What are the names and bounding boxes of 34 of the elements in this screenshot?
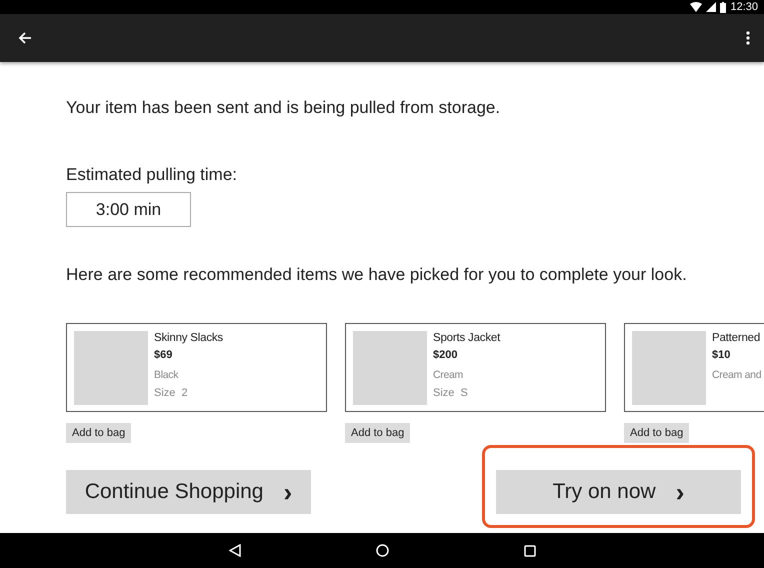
back-icon[interactable] xyxy=(228,544,240,557)
product-color: Cream xyxy=(433,369,464,381)
add-to-bag-button[interactable]: Add to bag xyxy=(66,423,132,443)
product-card[interactable]: Patterned $10 Cream and xyxy=(624,323,764,412)
product-price: $200 xyxy=(433,349,458,361)
product-name: Skinny Slacks xyxy=(154,332,223,344)
status-message: Your item has been sent and is being pulled from storage. xyxy=(66,98,502,118)
product-color: Cream and xyxy=(712,369,762,381)
clock-time: 12:30 xyxy=(730,1,758,13)
back-arrow-icon[interactable] xyxy=(18,31,32,45)
product-name: Patterned xyxy=(712,332,760,344)
estimate-label: Estimated pulling time: xyxy=(66,165,238,185)
chevron-icon: › xyxy=(283,476,292,508)
estimate-value: 3:00 min xyxy=(66,192,191,227)
home-icon[interactable] xyxy=(376,544,388,557)
add-to-bag-button[interactable]: Add to bag xyxy=(345,423,410,443)
signal-icon xyxy=(706,2,716,12)
product-size: Size S xyxy=(433,387,468,399)
product-card[interactable]: Sports Jacket $200 Cream Size S xyxy=(345,323,606,412)
product-price: $10 xyxy=(712,349,730,361)
recommendation-text: Here are some recommended items we have picked for you to complete your look. xyxy=(66,265,688,285)
product-name: Sports Jacket xyxy=(433,332,500,344)
battery-icon xyxy=(720,2,726,12)
product-price: $69 xyxy=(154,349,172,361)
product-card[interactable]: Skinny Slacks $69 Black Size 2 xyxy=(66,323,327,412)
product-color: Black xyxy=(154,369,178,381)
chevron-icon: › xyxy=(676,476,684,508)
action-button[interactable]: Continue Shopping › xyxy=(66,470,311,514)
product-size: Size 2 xyxy=(154,387,188,399)
wifi-icon xyxy=(690,2,702,12)
overflow-menu-icon[interactable] xyxy=(746,31,750,45)
action-button[interactable]: Try on now › xyxy=(496,470,741,514)
recents-icon[interactable] xyxy=(524,544,536,556)
add-to-bag-button[interactable]: Add to bag xyxy=(624,423,690,443)
